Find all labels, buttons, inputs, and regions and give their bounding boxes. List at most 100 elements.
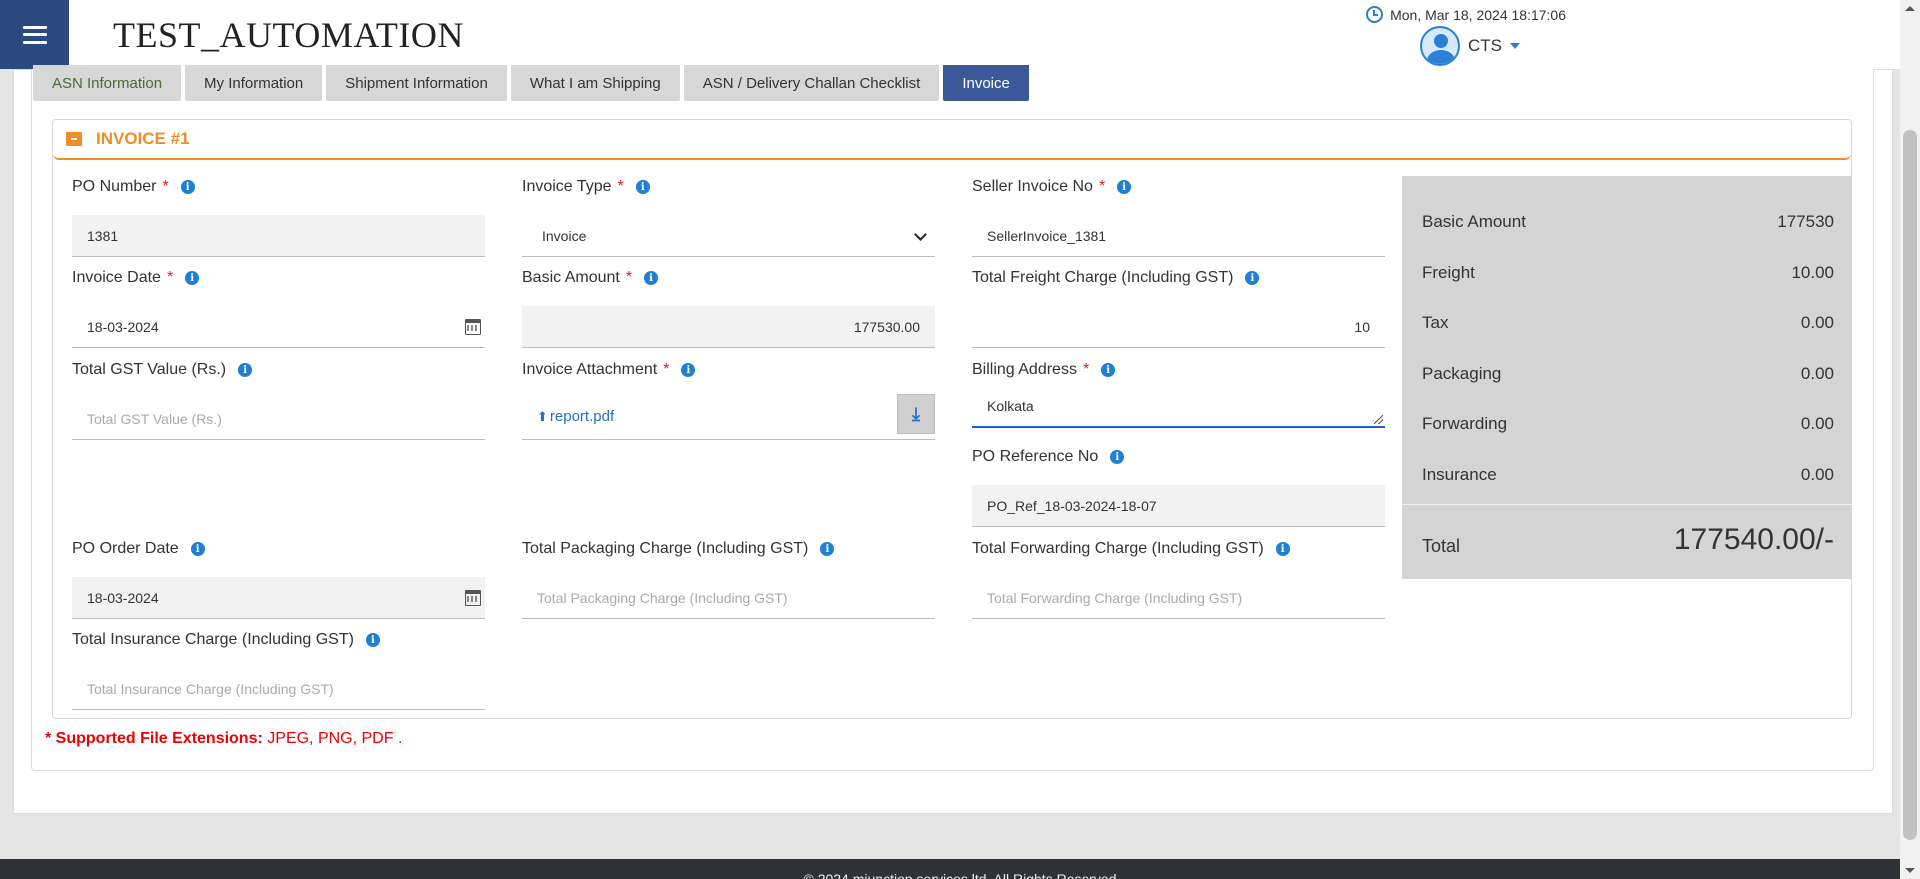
info-icon[interactable]: i [238,363,253,377]
basic-amount-label: Basic Amount [522,269,620,286]
po-reference-no-input[interactable]: PO_Ref_18-03-2024-18-07 [972,485,1385,527]
attachment-link[interactable]: ⬆ report.pdf [537,408,614,425]
info-icon[interactable]: i [1101,363,1116,377]
info-icon[interactable]: i [190,542,205,556]
summary-value: 0.00 [1800,364,1834,383]
info-icon[interactable]: i [635,180,650,194]
clock-icon [1366,6,1384,23]
po-number-label: PO Number [72,178,157,195]
vertical-scrollbar[interactable] [1900,0,1920,879]
download-icon: ⤓ [912,404,920,424]
hamburger-menu-button[interactable] [0,0,69,69]
total-forwarding-field: Total Forwarding Charge (Including GST) i… [972,539,1385,619]
summary-row: Forwarding 0.00 [1422,414,1834,434]
info-icon[interactable]: i [1245,271,1260,285]
resize-handle-icon[interactable] [1374,415,1383,424]
invoice-date-value: 18-03-2024 [87,318,159,335]
total-insurance-placeholder: Total Insurance Charge (Including GST) [87,680,334,697]
required-mark: * [1082,361,1090,378]
info-icon[interactable]: i [185,271,200,285]
total-freight-input[interactable]: 10 [972,306,1385,348]
scrollbar-thumb[interactable] [1903,130,1917,840]
summary-divider [1402,504,1852,505]
info-icon[interactable]: i [681,363,696,377]
supported-file-extensions-notice: * Supported File Extensions: JPEG, PNG, … [45,730,402,748]
user-menu[interactable]: CTS [1420,26,1520,66]
required-mark: * [1098,178,1106,195]
total-insurance-input[interactable]: Total Insurance Charge (Including GST) [72,668,485,710]
tab-asn-information[interactable]: ASN Information [33,65,182,101]
po-order-date-input[interactable]: 18-03-2024 [72,577,485,619]
total-insurance-label: Total Insurance Charge (Including GST) [72,631,354,648]
footer: © 2024 mjunction services ltd. All Right… [0,859,1920,879]
total-packaging-input[interactable]: Total Packaging Charge (Including GST) [522,577,935,619]
seller-invoice-no-field: Seller Invoice No * i SellerInvoice_1381 [972,177,1385,257]
info-icon[interactable]: i [1110,450,1125,464]
calendar-icon[interactable] [465,319,481,335]
summary-row: Packaging 0.00 [1422,364,1834,384]
total-forwarding-input[interactable]: Total Forwarding Charge (Including GST) [972,577,1385,619]
download-button[interactable]: ⤓ [897,394,935,434]
seller-invoice-no-input[interactable]: SellerInvoice_1381 [972,215,1385,257]
menu-icon [22,25,47,44]
invoice-type-select[interactable]: Invoice [522,215,935,257]
tab-my-information[interactable]: My Information [185,65,323,101]
summary-row: Freight 10.00 [1422,263,1834,283]
total-freight-label: Total Freight Charge (Including GST) [972,269,1234,286]
billing-address-field: Billing Address * i Kolkata [972,360,1385,428]
invoice-attachment-field: Invoice Attachment * i ⬆ report.pdf ⤓ [522,360,935,440]
app-title: TEST_AUTOMATION [113,15,464,55]
po-order-date-field: PO Order Date i 18-03-2024 [72,539,485,619]
upload-icon: ⬆ [537,408,548,424]
seller-invoice-no-label: Seller Invoice No [972,178,1093,195]
total-forwarding-placeholder: Total Forwarding Charge (Including GST) [987,589,1243,606]
supported-extensions-prefix: * Supported File Extensions: [45,730,263,747]
required-mark: * [663,361,670,378]
total-gst-input[interactable]: Total GST Value (Rs.) [72,398,485,440]
invoice-attachment-box: ⬆ report.pdf ⤓ [522,394,935,440]
user-name: CTS [1468,36,1502,55]
total-packaging-placeholder: Total Packaging Charge (Including GST) [537,589,788,606]
total-gst-field: Total GST Value (Rs.) i Total GST Value (… [72,360,485,440]
summary-row: Tax 0.00 [1422,313,1834,333]
po-number-input[interactable]: 1381 [72,215,485,257]
info-icon[interactable]: i [644,271,659,285]
total-packaging-field: Total Packaging Charge (Including GST) i … [522,539,935,619]
info-icon[interactable]: i [1275,542,1290,556]
summary-value: 10.00 [1791,263,1834,282]
datetime-display: Mon, Mar 18, 2024 18:17:06 [1366,6,1566,23]
summary-label: Insurance [1422,465,1497,484]
po-reference-no-label: PO Reference No [972,448,1099,465]
attachment-file-name: report.pdf [549,408,615,425]
summary-value: 0.00 [1800,313,1834,332]
calendar-icon[interactable] [465,590,481,606]
invoice-attachment-label: Invoice Attachment [522,361,658,378]
summary-label: Tax [1422,313,1449,332]
basic-amount-input[interactable]: 177530.00 [522,306,935,348]
required-mark: * [617,178,624,195]
total-gst-placeholder: Total GST Value (Rs.) [87,410,222,427]
scroll-down-icon[interactable] [1905,868,1915,873]
summary-value: 0.00 [1800,465,1834,484]
po-order-date-value: 18-03-2024 [87,589,159,606]
invoice-date-input[interactable]: 18-03-2024 [72,306,485,348]
invoice-summary-panel: Basic Amount 177530 Freight 10.00 Tax 0.00 … [1402,176,1852,579]
invoice-date-field: Invoice Date * i 18-03-2024 [72,268,485,348]
tab-invoice[interactable]: Invoice [943,65,1029,101]
invoice-title: INVOICE #1 [96,129,190,148]
info-icon[interactable]: i [1117,180,1132,194]
tab-asn-delivery-challan-checklist[interactable]: ASN / Delivery Challan Checklist [683,65,940,101]
info-icon[interactable]: i [820,542,835,556]
billing-address-textarea[interactable]: Kolkata [972,398,1385,428]
info-icon[interactable]: i [180,180,195,194]
summary-row: Insurance 0.00 [1422,465,1834,485]
invoice-header[interactable]: INVOICE #1 [53,120,1851,160]
tab-shipment-information[interactable]: Shipment Information [326,65,507,101]
scroll-up-icon[interactable] [1905,6,1915,11]
tab-what-i-am-shipping[interactable]: What I am Shipping [510,65,680,101]
total-forwarding-label: Total Forwarding Charge (Including GST) [972,540,1264,557]
info-icon[interactable]: i [365,633,380,647]
summary-label: Forwarding [1422,414,1508,433]
top-bar: TEST_AUTOMATION Mon, Mar 18, 2024 18:17:… [0,0,1920,69]
avatar [1420,26,1460,66]
